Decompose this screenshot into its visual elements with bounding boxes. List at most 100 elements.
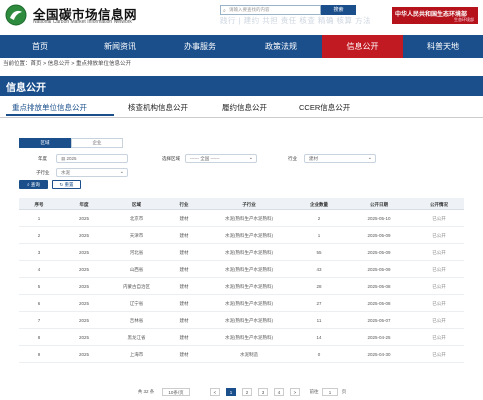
page-button-3[interactable]: 3	[258, 388, 268, 396]
col-header-subindustry: 子行业	[242, 202, 256, 207]
subindustry-value: 水泥	[61, 170, 70, 175]
page-button-4[interactable]: 4	[274, 388, 284, 396]
table-row: 8 2025 黑龙江省 建材 水泥(熟料生产水泥熟料) 14 2025-04-25 已公开	[19, 330, 464, 346]
panel-header: 信息公开	[0, 76, 483, 96]
chevron-down-icon: ⌄	[367, 155, 372, 161]
cell-year: 2025	[78, 267, 89, 272]
search-button[interactable]: 搜索	[321, 5, 356, 15]
cell-region: 北京市	[129, 216, 144, 221]
year-select[interactable]: ▦ 2025	[56, 154, 128, 163]
ministry-banner-subtitle: 生态环境部	[454, 17, 474, 22]
cell-industry: 建材	[179, 335, 189, 340]
query-button[interactable]: ⌕ 查询	[19, 180, 48, 189]
nav-item-home[interactable]: 首页	[0, 35, 80, 58]
reset-button[interactable]: ↻ 重置	[52, 180, 81, 189]
cell-industry: 建材	[179, 352, 189, 357]
nav-item-policy[interactable]: 政策法规	[240, 35, 322, 58]
nav-item-services[interactable]: 办事服务	[160, 35, 240, 58]
cell-status[interactable]: 已公开	[414, 318, 464, 324]
main-nav: 首页 新闻资讯 办事服务 政策法规 信息公开 科普天地	[0, 35, 483, 58]
table-row: 5 2025 内蒙古自治区 建材 水泥(熟料生产水泥熟料) 28 2025-05-08 已公开	[19, 279, 464, 295]
pagination: 共 32 条 10条/页 < 1 2 3 4 > 前往 1 页	[0, 388, 483, 398]
page-size-select[interactable]: 10条/页	[162, 388, 190, 396]
cell-industry: 建材	[179, 250, 189, 255]
panel-title: 信息公开	[6, 83, 46, 94]
cell-index: 8	[37, 335, 41, 340]
subindustry-select[interactable]: 水泥 ⌄	[56, 168, 128, 177]
cell-subindustry: 水泥(熟料生产水泥熟料)	[225, 318, 273, 323]
nav-item-disclosure[interactable]: 信息公开	[322, 35, 403, 58]
cell-status[interactable]: 已公开	[414, 250, 464, 256]
cell-year: 2025	[78, 216, 89, 221]
tab-compliance[interactable]: 履约信息公开	[222, 102, 267, 113]
site-header: 全国碳市场信息网 National Carbon Market Informat…	[0, 0, 483, 34]
prev-page-button[interactable]: <	[210, 388, 220, 396]
cell-count: 0	[317, 352, 321, 357]
page-button-1[interactable]: 1	[226, 388, 236, 396]
page-size-value: 10条/页	[168, 390, 184, 395]
cell-status[interactable]: 已公开	[414, 301, 464, 307]
cell-year: 2025	[78, 352, 89, 357]
subindustry-label: 子行业	[36, 170, 50, 175]
region-select[interactable]: ------ 全国 ------ ⌄	[185, 154, 257, 163]
total-count: 共 32 条	[137, 389, 155, 394]
next-page-button[interactable]: >	[290, 388, 300, 396]
cell-status[interactable]: 已公开	[414, 335, 464, 341]
cell-subindustry: 水泥(熟料生产水泥熟料)	[225, 233, 273, 238]
query-button-label: 查询	[30, 182, 40, 187]
goto-page-input[interactable]: 1	[322, 388, 338, 396]
cell-count: 14	[316, 335, 322, 340]
year-value: 2025	[66, 156, 77, 161]
cell-subindustry: 水泥(熟料生产水泥熟料)	[225, 301, 273, 306]
cell-region: 黑龙江省	[127, 335, 146, 340]
cell-date: 2025-05-09	[367, 233, 391, 238]
industry-label: 行业	[288, 156, 297, 161]
cell-region: 内蒙古自治区	[123, 284, 150, 289]
search-icon: ⌕	[223, 8, 226, 14]
table-row: 9 2025 上海市 建材 水泥制造 0 2025-04-30 已公开	[19, 347, 464, 363]
tab-verifiers[interactable]: 核查机构信息公开	[128, 102, 188, 113]
site-logo-icon[interactable]	[5, 4, 27, 26]
cell-industry: 建材	[179, 216, 189, 221]
search-input[interactable]: ⌕ 请输入要查找的内容	[220, 5, 321, 15]
search-placeholder: 请输入要查找的内容	[229, 7, 270, 12]
cell-industry: 建材	[179, 284, 189, 289]
cell-year: 2025	[78, 318, 89, 323]
cell-count: 55	[316, 250, 322, 255]
cell-status[interactable]: 已公开	[414, 352, 464, 358]
segment-region[interactable]: 区域	[19, 138, 71, 148]
goto-suffix: 页	[341, 389, 347, 394]
cell-year: 2025	[78, 301, 89, 306]
cell-year: 2025	[78, 284, 89, 289]
tab-key-emitters[interactable]: 重点排放单位信息公开	[12, 102, 87, 113]
ministry-banner[interactable]: 中华人民共和国生态环境部 生态环境部	[392, 7, 478, 24]
table-row: 2 2025 天津市 建材 水泥(熟料生产水泥熟料) 1 2025-05-09 已公开	[19, 228, 464, 244]
col-header-count: 企业数量	[310, 202, 328, 207]
cell-count: 27	[316, 301, 322, 306]
reset-button-label: 重置	[64, 182, 74, 187]
cell-count: 28	[316, 284, 322, 289]
cell-status[interactable]: 已公开	[414, 233, 464, 239]
segment-company[interactable]: 企业	[71, 138, 123, 148]
col-header-region: 区域	[132, 202, 141, 207]
page-button-2[interactable]: 2	[242, 388, 252, 396]
cell-status[interactable]: 已公开	[414, 216, 464, 222]
cell-index: 4	[37, 267, 41, 272]
industry-select[interactable]: 建材 ⌄	[304, 154, 376, 163]
table-row: 6 2025 辽宁省 建材 水泥(熟料生产水泥熟料) 27 2025-05-08 已公开	[19, 296, 464, 312]
nav-item-news[interactable]: 新闻资讯	[80, 35, 160, 58]
tab-ccer[interactable]: CCER信息公开	[299, 102, 350, 113]
table-header: 序号 年度 区域 行业 子行业 企业数量 公开日期 公开情况	[19, 198, 464, 210]
cell-region: 上海市	[129, 352, 144, 357]
cell-region: 山西省	[129, 267, 144, 272]
nav-item-science[interactable]: 科普天地	[403, 35, 483, 58]
cell-date: 2025-05-08	[367, 284, 391, 289]
table-row: 3 2025 河北省 建材 水泥(熟料生产水泥熟料) 55 2025-05-09 已公开	[19, 245, 464, 261]
cell-region: 天津市	[129, 233, 144, 238]
cell-count: 2	[317, 216, 321, 221]
cell-status[interactable]: 已公开	[414, 284, 464, 290]
chevron-down-icon: ⌄	[119, 169, 124, 175]
cell-date: 2025-04-25	[367, 335, 391, 340]
cell-date: 2025-05-09	[367, 267, 391, 272]
cell-status[interactable]: 已公开	[414, 267, 464, 273]
